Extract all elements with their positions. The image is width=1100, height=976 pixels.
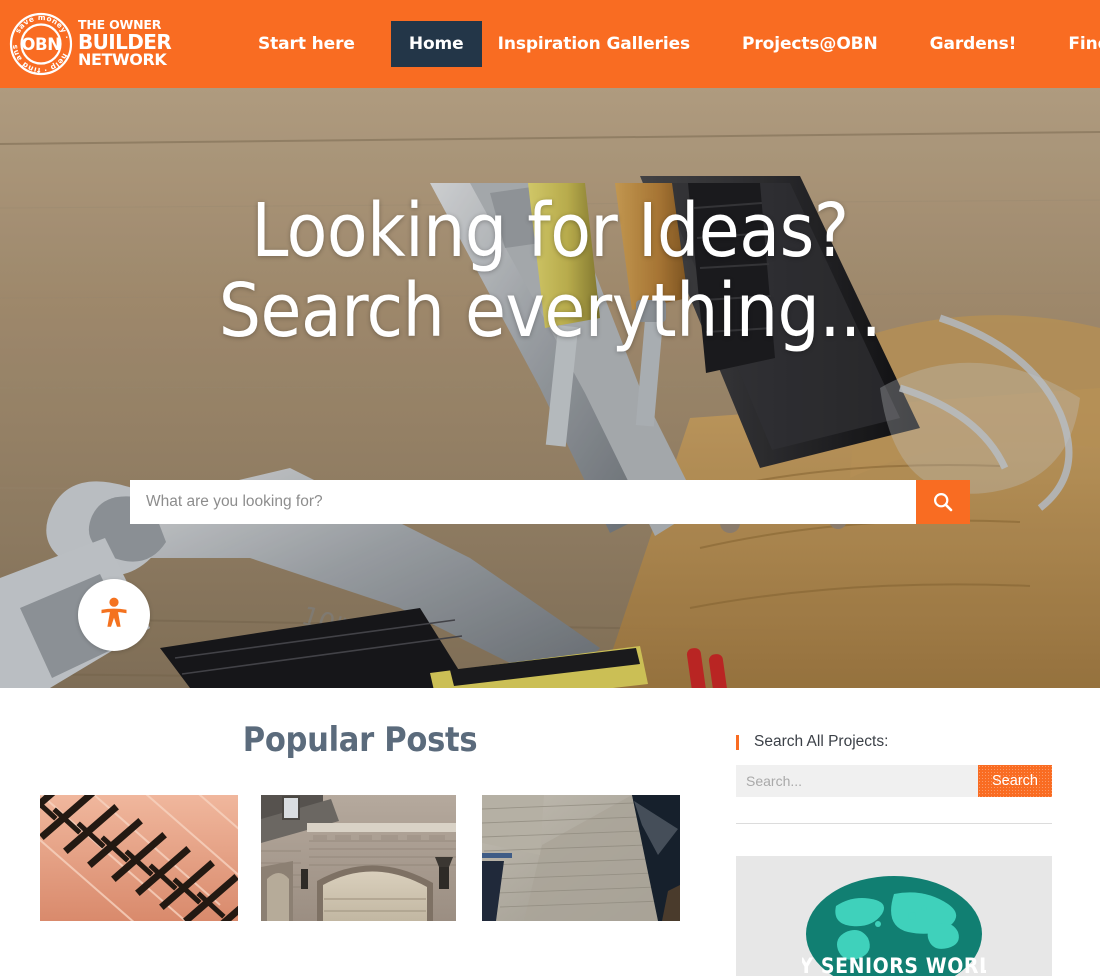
post-thumbnail-shingle-roof[interactable] bbox=[482, 795, 680, 921]
logo-wordmark: THE OWNER BUILDER NETWORK bbox=[78, 19, 172, 70]
obn-circular-logo-icon: save money · get help · find answers OBN bbox=[8, 11, 74, 77]
post-card[interactable] bbox=[261, 795, 456, 921]
post-card[interactable] bbox=[40, 795, 238, 921]
primary-navigation: Start here Home Inspiration Galleries Pr… bbox=[242, 0, 1100, 88]
search-icon bbox=[932, 491, 954, 513]
popular-posts-heading: Popular Posts bbox=[242, 720, 478, 760]
promo-title-text: MY SENIORS WORLD bbox=[802, 954, 986, 976]
nav-item-find-local-help[interactable]: Find Local Help bbox=[1052, 22, 1100, 66]
nav-item-start-here[interactable]: Start here bbox=[242, 22, 371, 66]
main-column: Popular Posts bbox=[0, 688, 720, 921]
post-thumbnail-garage-door[interactable] bbox=[261, 795, 456, 921]
promo-banner-my-seniors-world[interactable]: MY SENIORS WORLD bbox=[736, 856, 1052, 976]
hero-section: 10" Looking for Ideas? Search everything… bbox=[0, 88, 1100, 688]
site-header: save money · get help · find answers OBN… bbox=[0, 0, 1100, 88]
logo-line-2: BUILDER bbox=[78, 30, 172, 55]
post-card[interactable] bbox=[482, 795, 680, 921]
page-content: Popular Posts Search All Projects: Searc… bbox=[0, 688, 1100, 976]
hero-headline: Looking for Ideas? Search everything... bbox=[0, 188, 1100, 354]
nav-item-inspiration-galleries[interactable]: Inspiration Galleries bbox=[482, 22, 706, 66]
globe-icon: MY SENIORS WORLD bbox=[780, 872, 1007, 976]
accessibility-widget-button[interactable] bbox=[78, 579, 150, 651]
sidebar-search-button[interactable]: Search bbox=[978, 765, 1052, 797]
sidebar: Search All Projects: Search... Search Y … bbox=[736, 688, 1052, 976]
hero-search-button[interactable] bbox=[916, 480, 970, 524]
sidebar-divider bbox=[736, 823, 1052, 824]
logo-line-3: NETWORK bbox=[78, 50, 167, 70]
svg-text:OBN: OBN bbox=[21, 35, 60, 54]
post-thumbnail-roof-tiles[interactable] bbox=[40, 795, 238, 921]
hero-headline-line-2: Search everything... bbox=[218, 267, 882, 354]
hero-search-bar bbox=[130, 480, 970, 524]
nav-item-projects-obn[interactable]: Projects@OBN bbox=[726, 22, 894, 66]
nav-item-home[interactable]: Home bbox=[390, 21, 482, 67]
hero-search-input[interactable] bbox=[130, 480, 916, 524]
sidebar-search-widget-title: Search All Projects: bbox=[736, 733, 1052, 751]
hero-headline-line-1: Looking for Ideas? bbox=[251, 188, 849, 274]
site-logo[interactable]: save money · get help · find answers OBN… bbox=[8, 4, 172, 84]
nav-item-gardens[interactable]: Gardens! bbox=[914, 22, 1033, 66]
sidebar-search-form: Search bbox=[736, 765, 1052, 797]
popular-posts-list bbox=[0, 795, 720, 921]
sidebar-search-input[interactable] bbox=[736, 765, 978, 797]
accessibility-person-icon bbox=[96, 595, 132, 636]
